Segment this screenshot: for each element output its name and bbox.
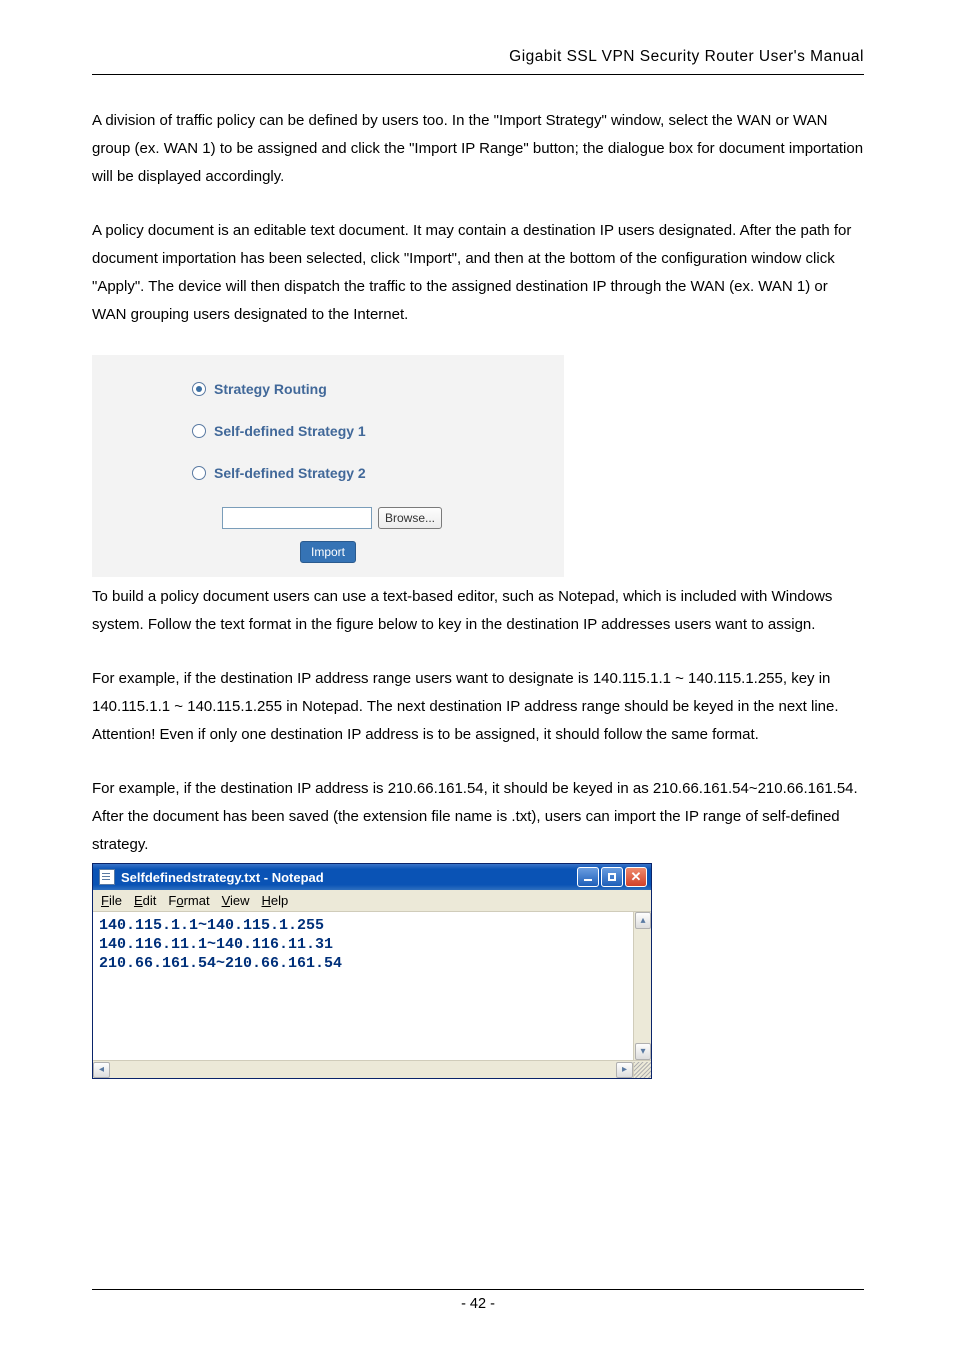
menu-edit[interactable]: Edit [134,893,156,908]
scroll-left-button[interactable]: ◂ [93,1062,110,1078]
close-button[interactable]: ✕ [625,867,647,887]
close-icon: ✕ [631,869,642,885]
notepad-window: Selfdefinedstrategy.txt - Notepad ✕ File… [92,863,652,1079]
radio-label-strategy-routing: Strategy Routing [214,381,327,397]
notepad-title: Selfdefinedstrategy.txt - Notepad [121,870,324,885]
import-button[interactable]: Import [300,541,356,563]
page-footer: - 42 - [92,1289,864,1312]
menu-view[interactable]: View [222,893,250,908]
radio-self-defined-2[interactable]: Self-defined Strategy 2 [192,465,564,481]
file-browse-row: Browse... [222,507,564,529]
radio-unselected-icon [192,424,206,438]
page-header: Gigabit SSL VPN Security Router User's M… [92,48,864,75]
header-title: Gigabit SSL VPN Security Router User's M… [509,48,864,65]
horizontal-scrollbar[interactable]: ◂ ▸ [93,1060,651,1078]
notepad-app-icon [99,869,115,885]
scroll-down-button[interactable]: ▾ [635,1043,651,1060]
browse-button[interactable]: Browse... [378,507,442,529]
strategy-panel: Strategy Routing Self-defined Strategy 1… [92,355,564,577]
radio-label-self-defined-2: Self-defined Strategy 2 [214,465,366,481]
page-number: - 42 - [461,1296,495,1312]
notepad-menubar: File Edit Format View Help [93,890,651,912]
radio-unselected-icon [192,466,206,480]
resize-grip-icon[interactable] [633,1062,651,1078]
radio-strategy-routing[interactable]: Strategy Routing [192,381,564,397]
paragraph-4: For example, if the destination IP addre… [92,665,864,749]
minimize-icon [584,879,592,881]
paragraph-5: For example, if the destination IP addre… [92,775,864,859]
paragraph-2: A policy document is an editable text do… [92,217,864,329]
notepad-titlebar[interactable]: Selfdefinedstrategy.txt - Notepad ✕ [93,864,651,890]
notepad-textarea[interactable]: 140.115.1.1~140.115.1.255 140.116.11.1~1… [93,912,633,1060]
maximize-icon [608,873,616,881]
scroll-right-button[interactable]: ▸ [616,1062,633,1078]
paragraph-1: A division of traffic policy can be defi… [92,107,864,191]
maximize-button[interactable] [601,867,623,887]
menu-file[interactable]: File [101,893,122,908]
radio-label-self-defined-1: Self-defined Strategy 1 [214,423,366,439]
radio-self-defined-1[interactable]: Self-defined Strategy 1 [192,423,564,439]
menu-help[interactable]: Help [262,893,289,908]
menu-format[interactable]: Format [168,893,209,908]
minimize-button[interactable] [577,867,599,887]
file-path-input[interactable] [222,507,372,529]
paragraph-3: To build a policy document users can use… [92,583,864,639]
radio-selected-icon [192,382,206,396]
scroll-up-button[interactable]: ▴ [635,912,651,929]
vertical-scrollbar[interactable]: ▴ ▾ [633,912,651,1060]
